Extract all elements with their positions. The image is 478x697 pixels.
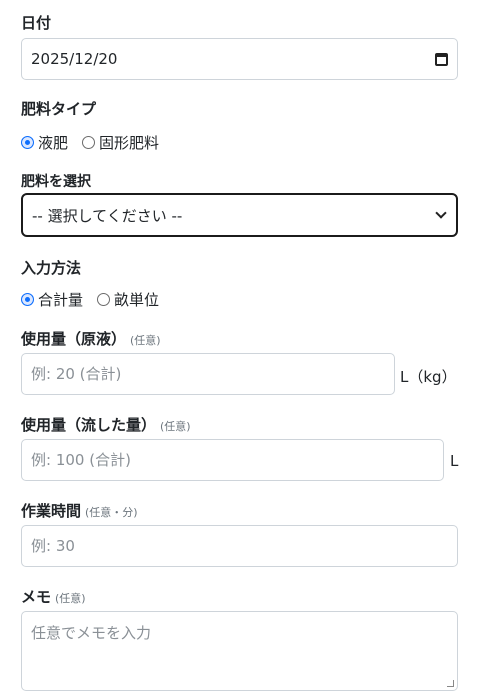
radio-unchecked-icon[interactable] xyxy=(97,293,111,306)
usage-raw-unit: L（kg） xyxy=(400,368,457,386)
usage-flow-unit: L xyxy=(450,452,459,470)
chevron-down-icon xyxy=(435,207,447,219)
radio-per-ridge[interactable]: 畝単位 xyxy=(97,289,159,310)
resize-handle-icon[interactable] xyxy=(447,680,454,687)
usage-raw-label-text: 使用量（原液） xyxy=(21,330,127,348)
optional-hint: (任意) xyxy=(55,592,86,605)
date-label: 日付 xyxy=(21,14,52,32)
optional-hint: (任意・分) xyxy=(85,506,138,519)
usage-raw-label: 使用量（原液） (任意) xyxy=(21,328,161,349)
input-method-radio-group: 合計量 畝単位 xyxy=(21,289,159,310)
usage-flow-label: 使用量（流した量） (任意) xyxy=(21,414,191,435)
calendar-icon[interactable] xyxy=(435,52,448,66)
optional-hint: (任意) xyxy=(160,420,191,433)
radio-label-liquid: 液肥 xyxy=(38,134,69,152)
memo-textarea[interactable] xyxy=(21,611,458,691)
fertilizer-select[interactable]: -- 選択してください -- xyxy=(21,193,458,237)
memo-label: メモ (任意) xyxy=(21,586,86,607)
date-value: 2025/12/20 xyxy=(31,50,118,68)
date-input[interactable]: 2025/12/20 xyxy=(21,38,458,80)
radio-label-total: 合計量 xyxy=(38,291,84,309)
work-time-label-text: 作業時間 xyxy=(21,502,82,520)
radio-solid-fertilizer[interactable]: 固形肥料 xyxy=(82,132,159,153)
radio-total-amount[interactable]: 合計量 xyxy=(21,289,83,310)
work-time-input[interactable] xyxy=(21,525,458,567)
radio-liquid-fertilizer[interactable]: 液肥 xyxy=(21,132,68,153)
usage-raw-input[interactable] xyxy=(21,353,395,395)
fertilizer-type-label: 肥料タイプ xyxy=(21,100,97,118)
radio-unchecked-icon[interactable] xyxy=(82,136,96,149)
fertilizer-type-radio-group: 液肥 固形肥料 xyxy=(21,132,159,153)
usage-flow-input[interactable] xyxy=(21,439,444,481)
fertilizer-log-form: 日付 2025/12/20 肥料タイプ 液肥 固形肥料 肥料を選択 -- 選択し… xyxy=(0,0,478,697)
input-method-label: 入力方法 xyxy=(21,259,82,277)
radio-checked-icon[interactable] xyxy=(21,293,34,306)
optional-hint: (任意) xyxy=(130,334,161,347)
radio-label-per-ridge: 畝単位 xyxy=(114,291,160,309)
usage-flow-label-text: 使用量（流した量） xyxy=(21,416,157,434)
memo-label-text: メモ xyxy=(21,588,52,606)
radio-checked-icon[interactable] xyxy=(21,136,34,149)
fertilizer-select-value: -- 選択してください -- xyxy=(32,206,183,225)
work-time-label: 作業時間 (任意・分) xyxy=(21,500,138,521)
fertilizer-select-label: 肥料を選択 xyxy=(21,174,91,190)
radio-label-solid: 固形肥料 xyxy=(99,134,160,152)
